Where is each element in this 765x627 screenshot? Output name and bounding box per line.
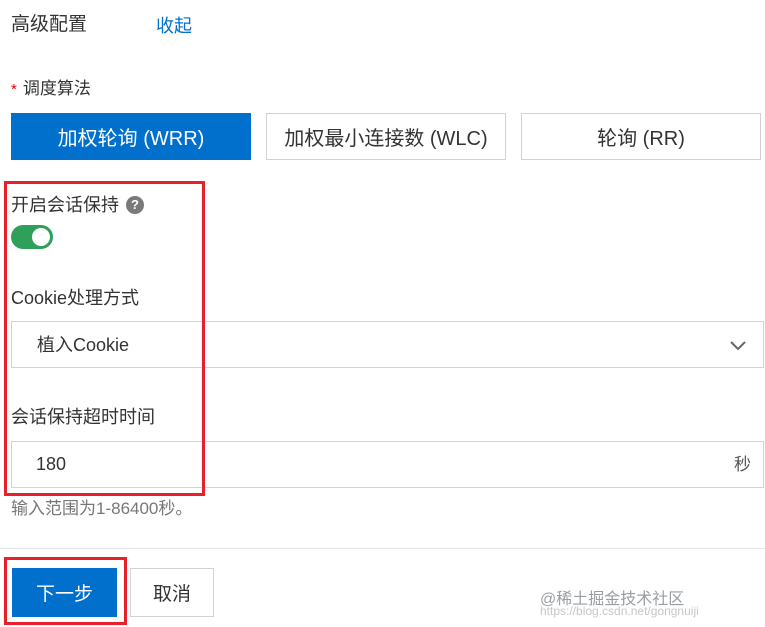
algorithm-option-rr[interactable]: 轮询 (RR) — [521, 113, 761, 160]
algorithm-option-wrr[interactable]: 加权轮询 (WRR) — [11, 113, 251, 160]
algorithm-option-wlc[interactable]: 加权最小连接数 (WLC) — [266, 113, 506, 160]
help-icon[interactable]: ? — [126, 196, 144, 215]
algorithm-option-label: 轮询 (RR) — [597, 128, 685, 150]
toggle-knob — [32, 228, 50, 246]
cookie-handling-select[interactable]: 植入Cookie — [11, 321, 764, 368]
session-timeout-label: 会话保持超时时间 — [11, 407, 155, 427]
footer-divider — [0, 548, 765, 549]
timeout-range-hint: 输入范围为1-86400秒。 — [11, 499, 193, 518]
unit-label: 秒 — [734, 455, 751, 474]
algorithm-option-label: 加权最小连接数 (WLC) — [284, 128, 488, 150]
required-mark: * — [11, 81, 17, 98]
cookie-handling-value: 植入Cookie — [37, 335, 130, 355]
section-title: 高级配置 — [11, 14, 88, 35]
session-persistence-toggle[interactable] — [11, 225, 53, 249]
watermark-url: https://blog.csdn.net/gongnuiji — [540, 604, 699, 618]
advanced-config-page: 高级配置 收起 * 调度算法 加权轮询 (WRR) 加权最小连接数 (WLC) 轮… — [0, 0, 765, 627]
session-timeout-field: 秒 — [11, 441, 764, 488]
next-step-button[interactable]: 下一步 — [12, 568, 117, 617]
algorithm-option-label: 加权轮询 (WRR) — [57, 128, 205, 150]
session-timeout-input[interactable] — [36, 442, 636, 487]
chevron-down-icon — [730, 341, 746, 351]
cancel-button[interactable]: 取消 — [130, 568, 214, 617]
cookie-handling-label: Cookie处理方式 — [11, 288, 140, 308]
session-persistence-label: 开启会话保持? — [11, 193, 144, 217]
algorithm-label: * 调度算法 — [11, 78, 91, 101]
session-persistence-label-text: 开启会话保持 — [11, 195, 119, 215]
collapse-link[interactable]: 收起 — [156, 14, 192, 38]
algorithm-label-text: 调度算法 — [22, 79, 91, 98]
